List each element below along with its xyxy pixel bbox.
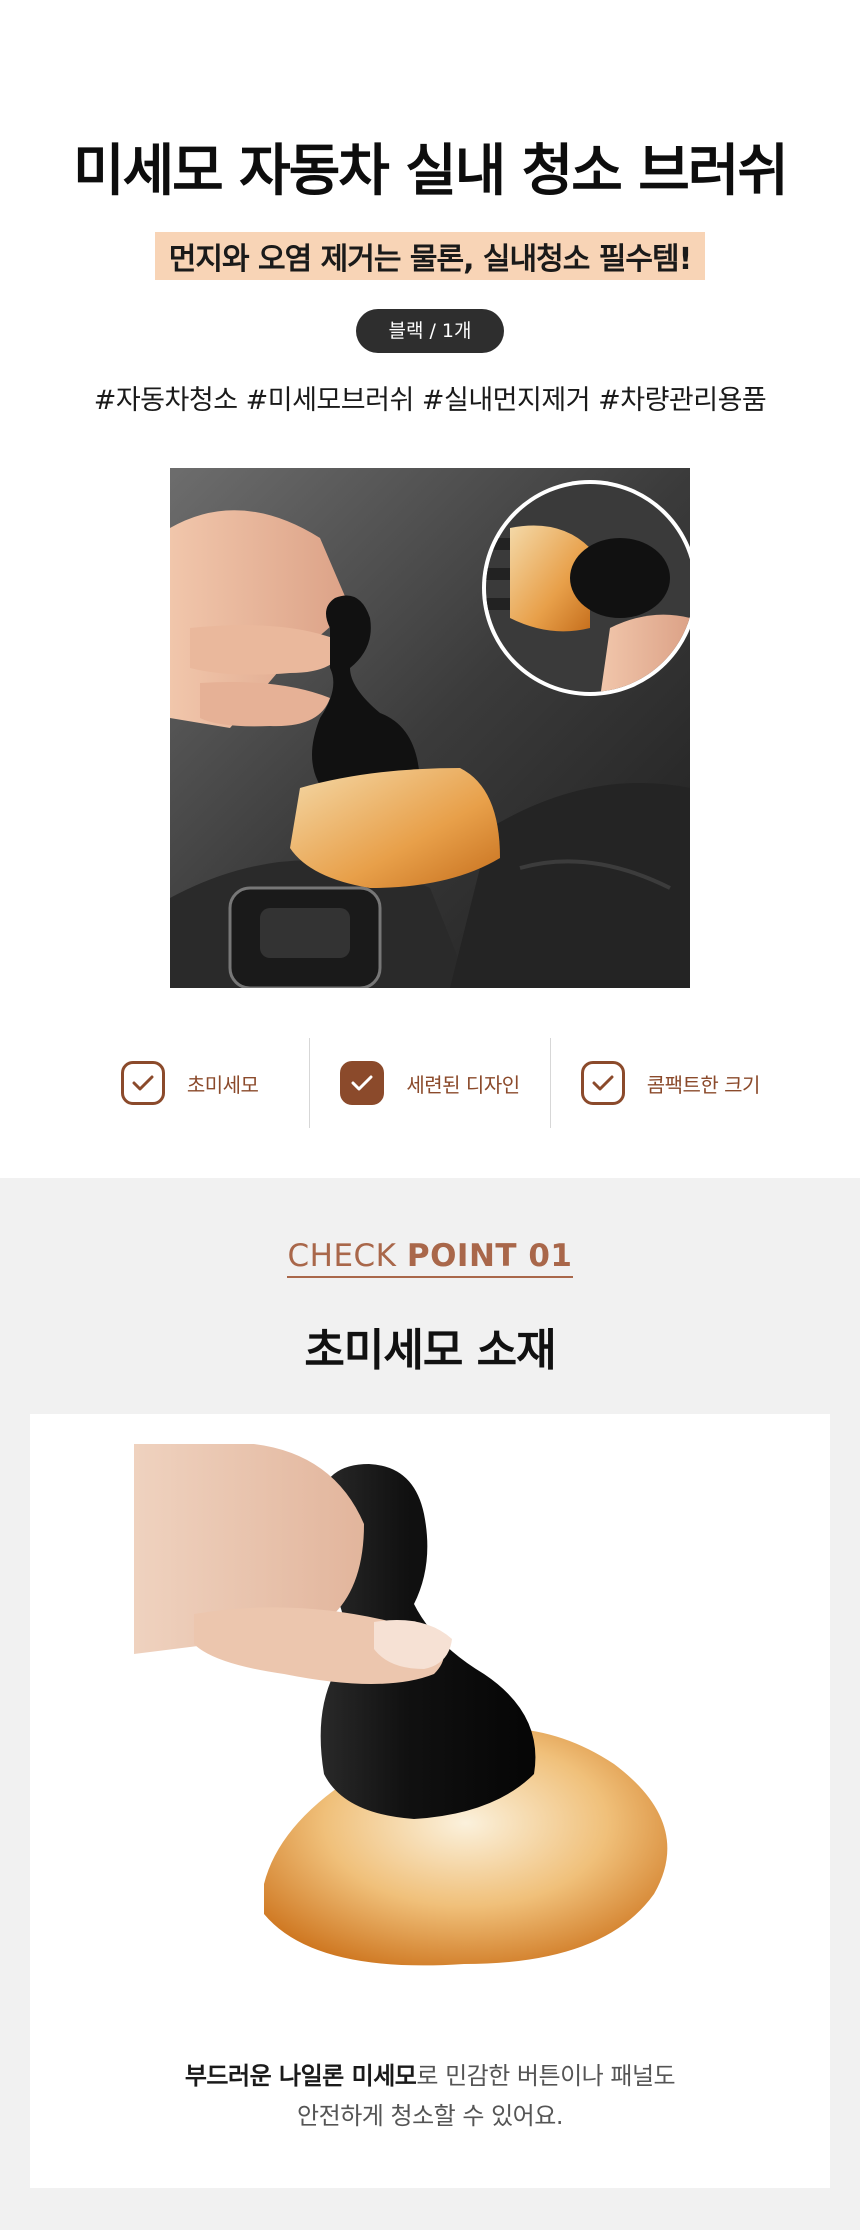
- feature-item-compact: 콤팩트한 크기: [551, 1038, 790, 1128]
- checkpoint-label: CHECK POINT 01: [287, 1238, 573, 1278]
- checkpoint-card: 부드러운 나일론 미세모로 민감한 버튼이나 패널도 안전하게 청소할 수 있어…: [30, 1414, 830, 2188]
- checkpoint-heading: CHECK POINT 01: [0, 1238, 860, 1278]
- feature-label: 콤팩트한 크기: [646, 1072, 761, 1097]
- product-photo-brush-closeup: [134, 1444, 726, 2034]
- feature-list: 초미세모 세련된 디자인 콤팩트한 크기: [70, 1038, 790, 1128]
- hashtag-line: #자동차청소 #미세모브러쉬 #실내먼지제거 #차량관리용품: [93, 385, 767, 416]
- feature-item-ultrafine: 초미세모: [70, 1038, 311, 1128]
- caption-line-1: 부드러운 나일론 미세모로 민감한 버튼이나 패널도: [30, 2056, 830, 2096]
- option-chip[interactable]: 블랙 / 1개: [356, 309, 504, 353]
- checkpoint-caption: 부드러운 나일론 미세모로 민감한 버튼이나 패널도 안전하게 청소할 수 있어…: [30, 2056, 830, 2136]
- checkpoint-section: CHECK POINT 01 초미세모 소재 부드러운 나일론 미세모로 민감한…: [0, 1178, 860, 2230]
- product-subtitle: 먼지와 오염 제거는 물론, 실내청소 필수템!: [154, 232, 706, 280]
- check-icon: [580, 1061, 625, 1105]
- feature-label: 초미세모: [186, 1072, 259, 1097]
- feature-item-design: 세련된 디자인: [310, 1038, 551, 1128]
- subtitle-wrapper: 먼지와 오염 제거는 물론, 실내청소 필수템!: [0, 232, 860, 280]
- product-detail-page: 미세모 자동차 실내 청소 브러쉬 먼지와 오염 제거는 물론, 실내청소 필수…: [0, 0, 860, 2230]
- product-photo-car-interior: [170, 468, 690, 988]
- caption-bold: 부드러운 나일론 미세모: [184, 2062, 417, 2090]
- checkpoint-title: 초미세모 소재: [304, 1325, 556, 1376]
- check-icon: [120, 1061, 165, 1105]
- feature-label: 세련된 디자인: [406, 1072, 520, 1097]
- caption-rest: 로 민감한 버튼이나 패널도: [416, 2062, 676, 2090]
- check-icon: [340, 1061, 385, 1105]
- option-chip-wrapper: 블랙 / 1개: [0, 309, 860, 353]
- checkpoint-number: POINT 01: [406, 1238, 573, 1274]
- checkpoint-prefix: CHECK: [287, 1238, 407, 1274]
- product-title: 미세모 자동차 실내 청소 브러쉬: [73, 139, 789, 204]
- product-intro-section: 미세모 자동차 실내 청소 브러쉬 먼지와 오염 제거는 물론, 실내청소 필수…: [0, 0, 860, 1178]
- caption-line-2: 안전하게 청소할 수 있어요.: [297, 2102, 563, 2130]
